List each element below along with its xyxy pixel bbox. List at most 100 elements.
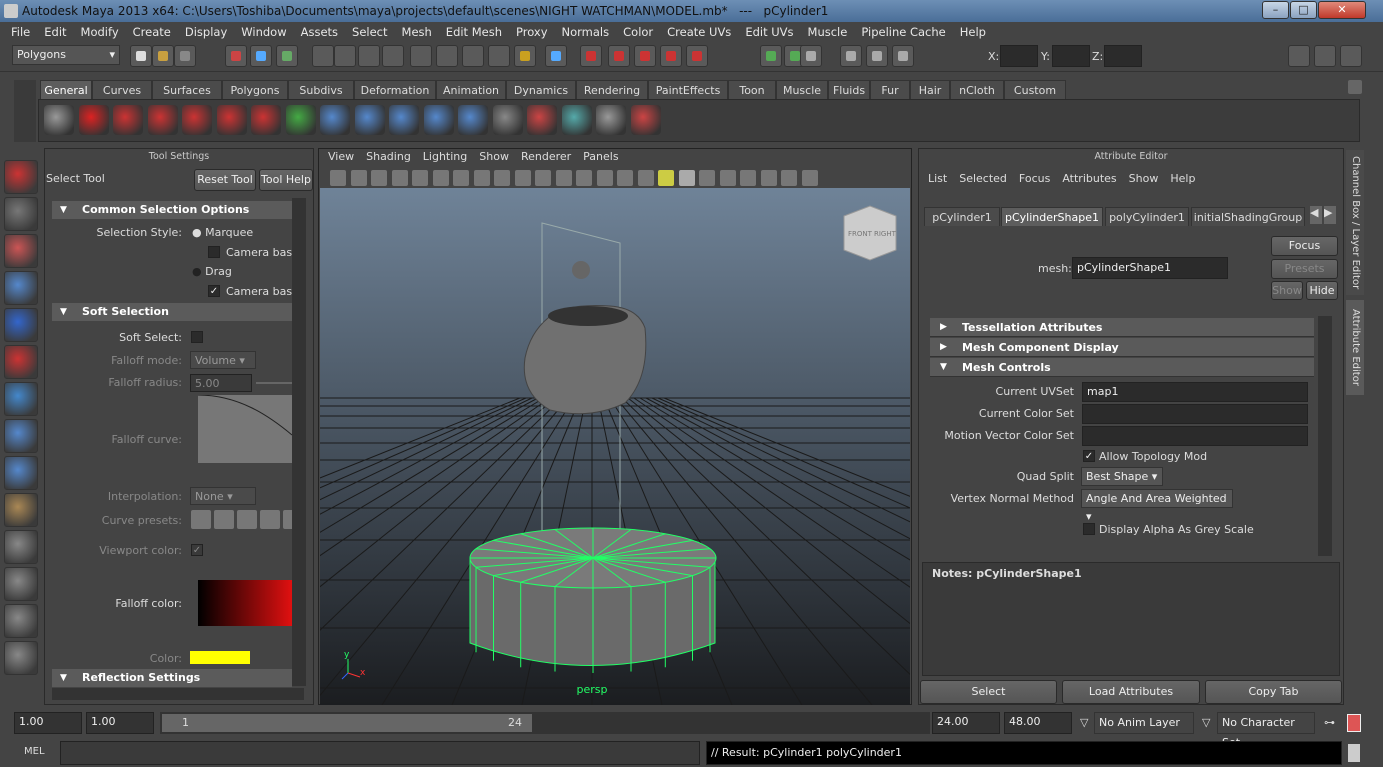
shelf-tab-general[interactable]: General <box>40 80 92 99</box>
shelf-tool-icon[interactable] <box>492 105 523 135</box>
toolbox-tool-icon[interactable] <box>4 271 38 305</box>
status-tool-icon[interactable] <box>312 45 334 67</box>
trash-icon[interactable] <box>1348 80 1362 94</box>
viewport-toolbar-icon[interactable] <box>576 170 592 186</box>
toolbox-tool-icon[interactable] <box>4 382 38 416</box>
status-tool-icon[interactable] <box>174 45 196 67</box>
shelf-tool-icon[interactable] <box>113 105 143 135</box>
reflection-settings-frame[interactable]: Reflection Settings <box>52 669 292 687</box>
shelf-tab-dynamics[interactable]: Dynamics <box>506 80 576 99</box>
viewport-toolbar-icon[interactable] <box>781 170 797 186</box>
3d-viewport[interactable]: FRONT RIGHT y x persp <box>320 188 910 705</box>
viewport-toolbar-icon[interactable] <box>596 170 613 186</box>
view-cube[interactable]: FRONT RIGHT <box>843 205 897 261</box>
show-button[interactable]: Show <box>1271 281 1303 300</box>
shelf-tool-icon[interactable] <box>285 105 316 135</box>
shelf-tool-icon[interactable] <box>251 105 281 135</box>
toolbox-tool-icon[interactable] <box>4 197 38 231</box>
current-color-set-field[interactable] <box>1082 404 1308 424</box>
menu-normals[interactable]: Normals <box>555 22 617 42</box>
shelf-tool-icon[interactable] <box>561 105 592 135</box>
menu-create[interactable]: Create <box>126 22 178 42</box>
viewport-menu-renderer[interactable]: Renderer <box>515 150 577 166</box>
shelf-tab-muscle[interactable]: Muscle <box>776 80 828 99</box>
tab-scroll-left[interactable]: ◀ <box>1310 206 1322 224</box>
viewport-menu-panels[interactable]: Panels <box>577 150 624 166</box>
status-tool-icon[interactable] <box>892 45 914 67</box>
soft-select-checkbox[interactable] <box>191 331 203 343</box>
shelf-tab-fluids[interactable]: Fluids <box>828 80 870 99</box>
select-button[interactable]: Select <box>920 680 1057 704</box>
vertex-normal-method-dropdown[interactable]: Angle And Area Weighted ▾ <box>1081 489 1233 523</box>
shelf-tab-fur[interactable]: Fur <box>870 80 910 99</box>
toolbox-tool-icon[interactable] <box>4 419 38 453</box>
minimize-button[interactable]: – <box>1262 1 1289 19</box>
curve-preset-button[interactable] <box>260 510 280 529</box>
command-language-label[interactable]: MEL <box>24 746 45 757</box>
range-slider-handle[interactable]: 1 24 <box>162 714 532 732</box>
toggle-panel-icon[interactable] <box>1314 45 1336 67</box>
preferences-icon[interactable] <box>1347 714 1361 732</box>
viewport-menu-lighting[interactable]: Lighting <box>417 150 473 166</box>
viewport-menu-shading[interactable]: Shading <box>360 150 417 166</box>
soft-selection-frame[interactable]: Soft Selection <box>52 303 292 321</box>
shelf-tab-polygons[interactable]: Polygons <box>222 80 288 99</box>
menu-edit-mesh[interactable]: Edit Mesh <box>439 22 509 42</box>
viewport-toolbar-icon[interactable] <box>801 170 818 186</box>
status-tool-icon[interactable] <box>514 45 536 67</box>
copy-tab-button[interactable]: Copy Tab <box>1205 680 1342 704</box>
menu-color[interactable]: Color <box>616 22 660 42</box>
ae-menu-show[interactable]: Show <box>1123 172 1165 188</box>
load-attributes-button[interactable]: Load Attributes <box>1062 680 1200 704</box>
focus-button[interactable]: Focus <box>1271 236 1338 256</box>
ae-scrollbar[interactable] <box>1318 316 1332 556</box>
viewport-color-checkbox[interactable]: ✓ <box>191 544 203 556</box>
shelf-tab-curves[interactable]: Curves <box>92 80 152 99</box>
toolbox-tool-icon[interactable] <box>4 641 38 675</box>
ae-menu-list[interactable]: List <box>922 172 953 188</box>
viewport-toolbar-icon[interactable] <box>350 170 367 186</box>
status-tool-icon[interactable] <box>334 45 356 67</box>
toolbox-tool-icon[interactable] <box>4 308 38 342</box>
script-editor-icon[interactable] <box>1348 744 1360 762</box>
display-alpha-checkbox[interactable] <box>1083 523 1095 535</box>
shelf-tool-icon[interactable] <box>78 105 109 135</box>
menu-select[interactable]: Select <box>345 22 394 42</box>
anim-layer-dropdown[interactable]: No Anim Layer <box>1094 712 1194 734</box>
ae-menu-help[interactable]: Help <box>1164 172 1201 188</box>
ae-tab-pcylindershape1[interactable]: pCylinderShape1 <box>1001 207 1103 226</box>
toolbox-tool-icon[interactable] <box>4 493 38 527</box>
status-tool-icon[interactable] <box>760 45 782 67</box>
viewport-toolbar-icon[interactable] <box>760 170 777 186</box>
viewport-toolbar-icon[interactable] <box>637 170 654 186</box>
menu-help[interactable]: Help <box>953 22 993 42</box>
shelf-tool-icon[interactable] <box>596 105 626 135</box>
ae-menu-attributes[interactable]: Attributes <box>1056 172 1122 188</box>
shelf-tool-icon[interactable] <box>527 105 557 135</box>
falloff-radius-field[interactable]: 5.00 <box>190 374 252 392</box>
viewport-toolbar-icon[interactable] <box>473 170 490 186</box>
viewport-toolbar-icon[interactable] <box>699 170 715 186</box>
allow-topology-checkbox[interactable]: ✓ <box>1083 450 1095 462</box>
ae-tab-polycylinder1[interactable]: polyCylinder1 <box>1105 207 1189 226</box>
status-tool-icon[interactable] <box>250 45 272 67</box>
menu-proxy[interactable]: Proxy <box>509 22 555 42</box>
shelf-tab-subdivs[interactable]: Subdivs <box>288 80 354 99</box>
shelf-tool-icon[interactable] <box>458 105 488 135</box>
shelf-tool-icon[interactable] <box>216 105 247 135</box>
camera-based-checkbox-1[interactable] <box>208 246 220 258</box>
viewport-toolbar-icon[interactable] <box>658 170 674 186</box>
interpolation-dropdown[interactable]: None ▾ <box>190 487 256 505</box>
toolbox-tool-icon[interactable] <box>4 456 38 490</box>
toolbox-tool-icon[interactable] <box>4 567 38 601</box>
attribute-editor-side-tab[interactable]: Attribute Editor <box>1346 300 1364 395</box>
toolbox-tool-icon[interactable] <box>4 234 38 268</box>
tool-help-button[interactable]: Tool Help <box>259 169 313 191</box>
menu-pipeline-cache[interactable]: Pipeline Cache <box>854 22 952 42</box>
shelf-tab-surfaces[interactable]: Surfaces <box>152 80 222 99</box>
toggle-panel-icon[interactable] <box>1340 45 1362 67</box>
toolbox-tool-icon[interactable] <box>4 604 38 638</box>
curve-preset-button[interactable] <box>191 510 211 529</box>
mesh-component-display-frame[interactable]: ▶ Mesh Component Display <box>930 338 1314 357</box>
falloff-color-ramp[interactable] <box>198 580 292 626</box>
